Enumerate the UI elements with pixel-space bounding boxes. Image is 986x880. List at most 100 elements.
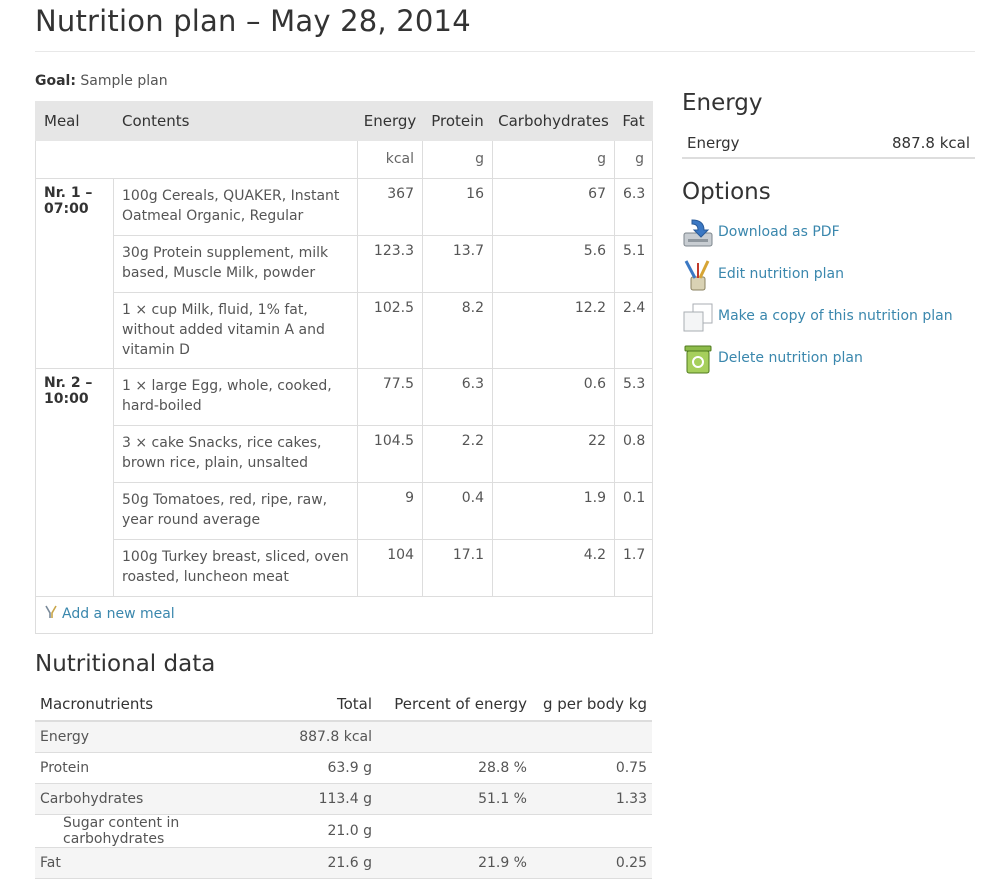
meal-item-protein: 2.2	[422, 425, 493, 483]
add-meal-cell: Add a new meal	[35, 596, 653, 634]
meal-table-header: Meal Contents Energy Protein Carbohydrat…	[35, 101, 653, 141]
meal-item-carbohydrates: 12.2	[492, 292, 615, 369]
units-row: kcal g g g	[35, 140, 653, 179]
meal-item-protein: 0.4	[422, 482, 493, 540]
meal-item-carbohydrates: 1.9	[492, 482, 615, 540]
nutrient-total: 21.6 g	[260, 847, 377, 879]
nutrient-per-kg	[532, 721, 652, 753]
meal-item-energy: 123.3	[357, 235, 423, 293]
add-meal-row: Add a new meal	[35, 596, 653, 634]
meal-item-fat: 5.1	[614, 235, 653, 293]
add-meal-link[interactable]: Add a new meal	[62, 606, 175, 622]
edit-plan-option[interactable]: Edit nutrition plan	[682, 259, 972, 293]
meal-item-protein: 16	[422, 178, 493, 236]
nutrient-total: 21.0 g	[260, 814, 377, 848]
nutrient-name: Carbohydrates	[35, 783, 260, 815]
nutrient-name: Sugar content in carbohydrates	[35, 814, 260, 848]
nutrient-row-energy: Energy 887.8 kcal	[35, 721, 652, 753]
energy-summary-value: 887.8 kcal	[891, 134, 970, 152]
nutrient-name: Protein	[35, 752, 260, 784]
column-header-energy: Energy	[357, 101, 423, 141]
download-pdf-option[interactable]: Download as PDF	[682, 217, 972, 251]
meal-table: Meal Contents Energy Protein Carbohydrat…	[35, 101, 653, 634]
meal-name[interactable]: Nr. 2 – 10:00	[35, 368, 114, 597]
units-blank	[35, 140, 358, 179]
meal-item-carbohydrates: 67	[492, 178, 615, 236]
nutrient-per-kg: 0.75	[532, 752, 652, 784]
meal-item-row: 30g Protein supplement, milk based, Musc…	[36, 235, 653, 293]
meal-item-protein: 17.1	[422, 539, 493, 597]
meal-item-energy: 104.5	[357, 425, 423, 483]
unit-carbohydrates: g	[492, 140, 615, 179]
goal-label: Goal:	[35, 73, 76, 89]
column-header-per-kg: g per body kg	[532, 688, 652, 722]
meal-item-contents[interactable]: 100g Turkey breast, sliced, oven roasted…	[113, 539, 358, 597]
meal-item-energy: 104	[357, 539, 423, 597]
meal-item-row: Nr. 1 – 07:00 100g Cereals, QUAKER, Inst…	[35, 178, 653, 369]
meal-item-energy: 367	[357, 178, 423, 236]
nutrient-per-kg: 0.25	[532, 847, 652, 879]
nutrient-per-kg: 1.33	[532, 783, 652, 815]
page: Nutrition plan – May 28, 2014 Goal: Samp…	[0, 0, 986, 880]
column-header-macronutrients: Macronutrients	[35, 688, 260, 722]
nutritional-data-table: Macronutrients Total Percent of energy g…	[35, 688, 652, 879]
meal-item-contents[interactable]: 30g Protein supplement, milk based, Musc…	[113, 235, 358, 293]
energy-summary-label: Energy	[687, 134, 740, 152]
nutrient-percent: 51.1 %	[377, 783, 532, 815]
copy-plan-option[interactable]: Make a copy of this nutrition plan	[682, 301, 972, 335]
column-header-percent: Percent of energy	[377, 688, 532, 722]
column-header-meal: Meal	[35, 101, 114, 141]
meal-item-fat: 2.4	[614, 292, 653, 369]
meal-item-fat: 0.8	[614, 425, 653, 483]
column-header-total: Total	[260, 688, 377, 722]
nutritional-data-heading: Nutritional data	[35, 651, 216, 677]
page-title: Nutrition plan – May 28, 2014	[35, 4, 471, 38]
meal-item-carbohydrates: 0.6	[492, 368, 615, 426]
nutrient-percent: 28.8 %	[377, 752, 532, 784]
column-header-contents: Contents	[113, 101, 358, 141]
options-heading: Options	[682, 179, 771, 205]
fork-knife-icon	[44, 605, 58, 623]
meal-item-contents[interactable]: 100g Cereals, QUAKER, Instant Oatmeal Or…	[113, 178, 358, 236]
meal-item-carbohydrates: 4.2	[492, 539, 615, 597]
meal-item-energy: 9	[357, 482, 423, 540]
meal-item-contents[interactable]: 1 × cup Milk, fluid, 1% fat, without add…	[113, 292, 358, 369]
meal-item-row: 3 × cake Snacks, rice cakes, brown rice,…	[36, 425, 653, 483]
meal-item-fat: 6.3	[614, 178, 653, 236]
copy-plan-link[interactable]: Make a copy of this nutrition plan	[718, 308, 953, 324]
column-header-carbohydrates: Carbohydrates	[492, 101, 615, 141]
meal-item-contents[interactable]: 50g Tomatoes, red, ripe, raw, year round…	[113, 482, 358, 540]
nutrient-percent	[377, 814, 532, 848]
meal-item-contents[interactable]: 1 × large Egg, whole, cooked, hard-boile…	[113, 368, 358, 426]
meal-item-energy: 77.5	[357, 368, 423, 426]
meal-item-fat: 1.7	[614, 539, 653, 597]
meal-item-carbohydrates: 22	[492, 425, 615, 483]
meal-item-row: 1 × cup Milk, fluid, 1% fat, without add…	[36, 292, 653, 369]
energy-heading: Energy	[682, 90, 763, 116]
edit-brush-icon	[682, 259, 714, 291]
unit-fat: g	[614, 140, 653, 179]
edit-plan-link[interactable]: Edit nutrition plan	[718, 266, 844, 282]
goal: Goal: Sample plan	[35, 73, 168, 89]
meal-name[interactable]: Nr. 1 – 07:00	[35, 178, 114, 369]
meal-item-fat: 5.3	[614, 368, 653, 426]
delete-plan-link[interactable]: Delete nutrition plan	[718, 350, 863, 366]
unit-energy: kcal	[357, 140, 423, 179]
meal-item-carbohydrates: 5.6	[492, 235, 615, 293]
column-header-fat: Fat	[614, 101, 653, 141]
delete-plan-option[interactable]: Delete nutrition plan	[682, 343, 972, 377]
column-header-protein: Protein	[422, 101, 493, 141]
download-pdf-icon	[682, 217, 714, 249]
nutritional-data-header: Macronutrients Total Percent of energy g…	[35, 688, 652, 722]
download-pdf-link[interactable]: Download as PDF	[718, 224, 840, 240]
nutrient-row-carbohydrates: Carbohydrates 113.4 g 51.1 % 1.33	[35, 783, 652, 815]
goal-value: Sample plan	[80, 73, 168, 89]
nutrient-total: 887.8 kcal	[260, 721, 377, 753]
meal-item-protein: 13.7	[422, 235, 493, 293]
meal-item-row: 50g Tomatoes, red, ripe, raw, year round…	[36, 482, 653, 540]
nutrient-row-sugar: Sugar content in carbohydrates 21.0 g	[35, 814, 652, 848]
meal-item-fat: 0.1	[614, 482, 653, 540]
meal-item-protein: 6.3	[422, 368, 493, 426]
meal-item-contents[interactable]: 3 × cake Snacks, rice cakes, brown rice,…	[113, 425, 358, 483]
nutrient-percent	[377, 721, 532, 753]
